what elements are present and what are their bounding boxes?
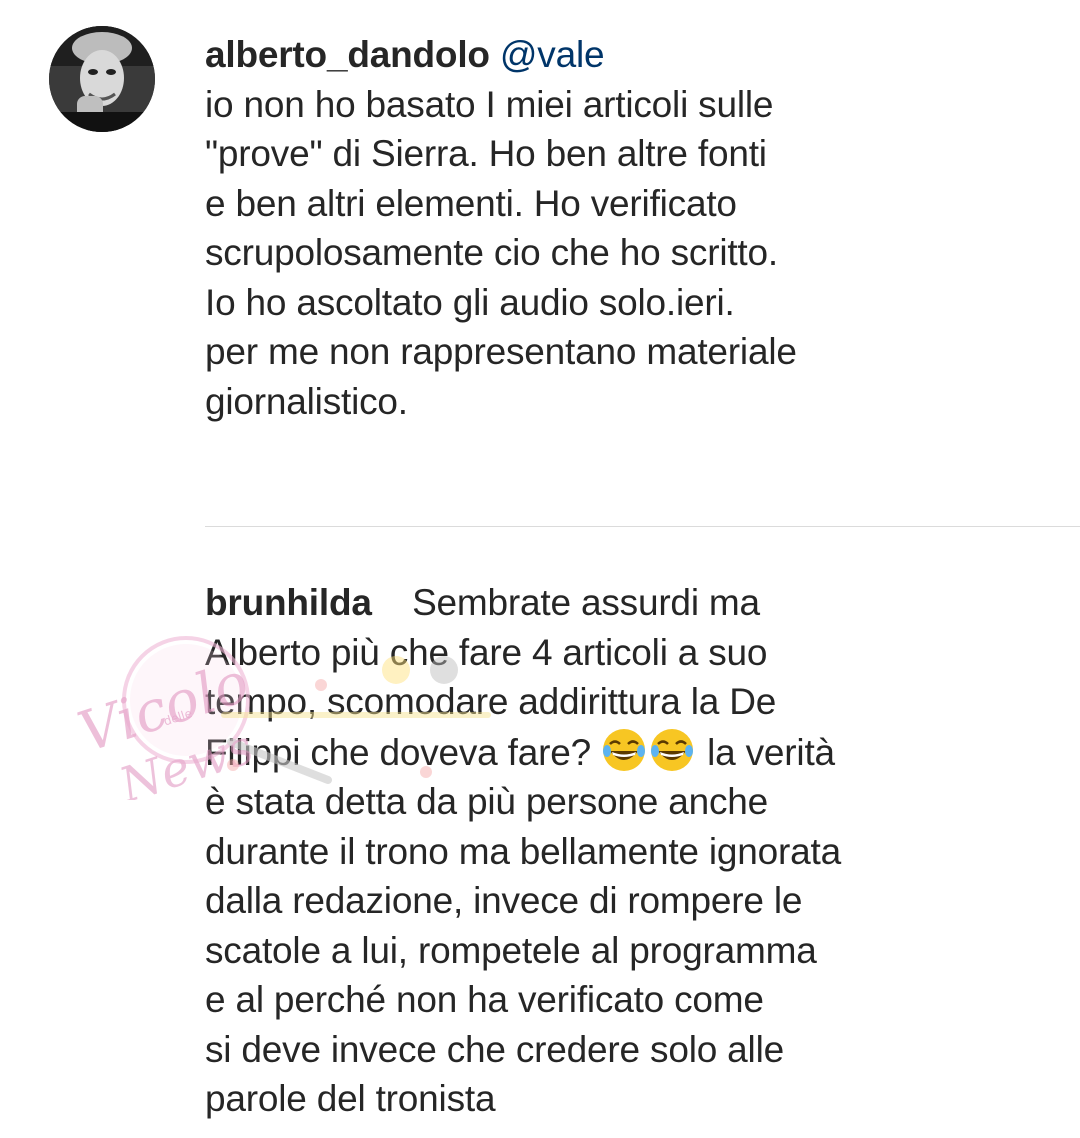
comment-body: brunhilda Sembrate assurdi ma Alberto pi… xyxy=(205,578,1065,1124)
comment-text-part-2: la verità è stata detta da più persone a… xyxy=(205,731,841,1120)
face-with-tears-of-joy-icon xyxy=(601,727,647,773)
comment-username[interactable]: brunhilda xyxy=(205,582,372,623)
face-with-tears-of-joy-icon xyxy=(649,727,695,773)
comment-divider xyxy=(205,526,1080,527)
comment-mention-link[interactable]: @vale xyxy=(500,34,605,75)
avatar[interactable] xyxy=(49,26,155,132)
comment-body: alberto_dandolo @vale io non ho basato I… xyxy=(205,30,1065,426)
avatar-image xyxy=(49,26,155,132)
watermark-text-small: delle xyxy=(162,706,194,728)
comment-username[interactable]: alberto_dandolo xyxy=(205,34,490,75)
comment-text: io non ho basato I miei articoli sulle "… xyxy=(205,83,797,422)
